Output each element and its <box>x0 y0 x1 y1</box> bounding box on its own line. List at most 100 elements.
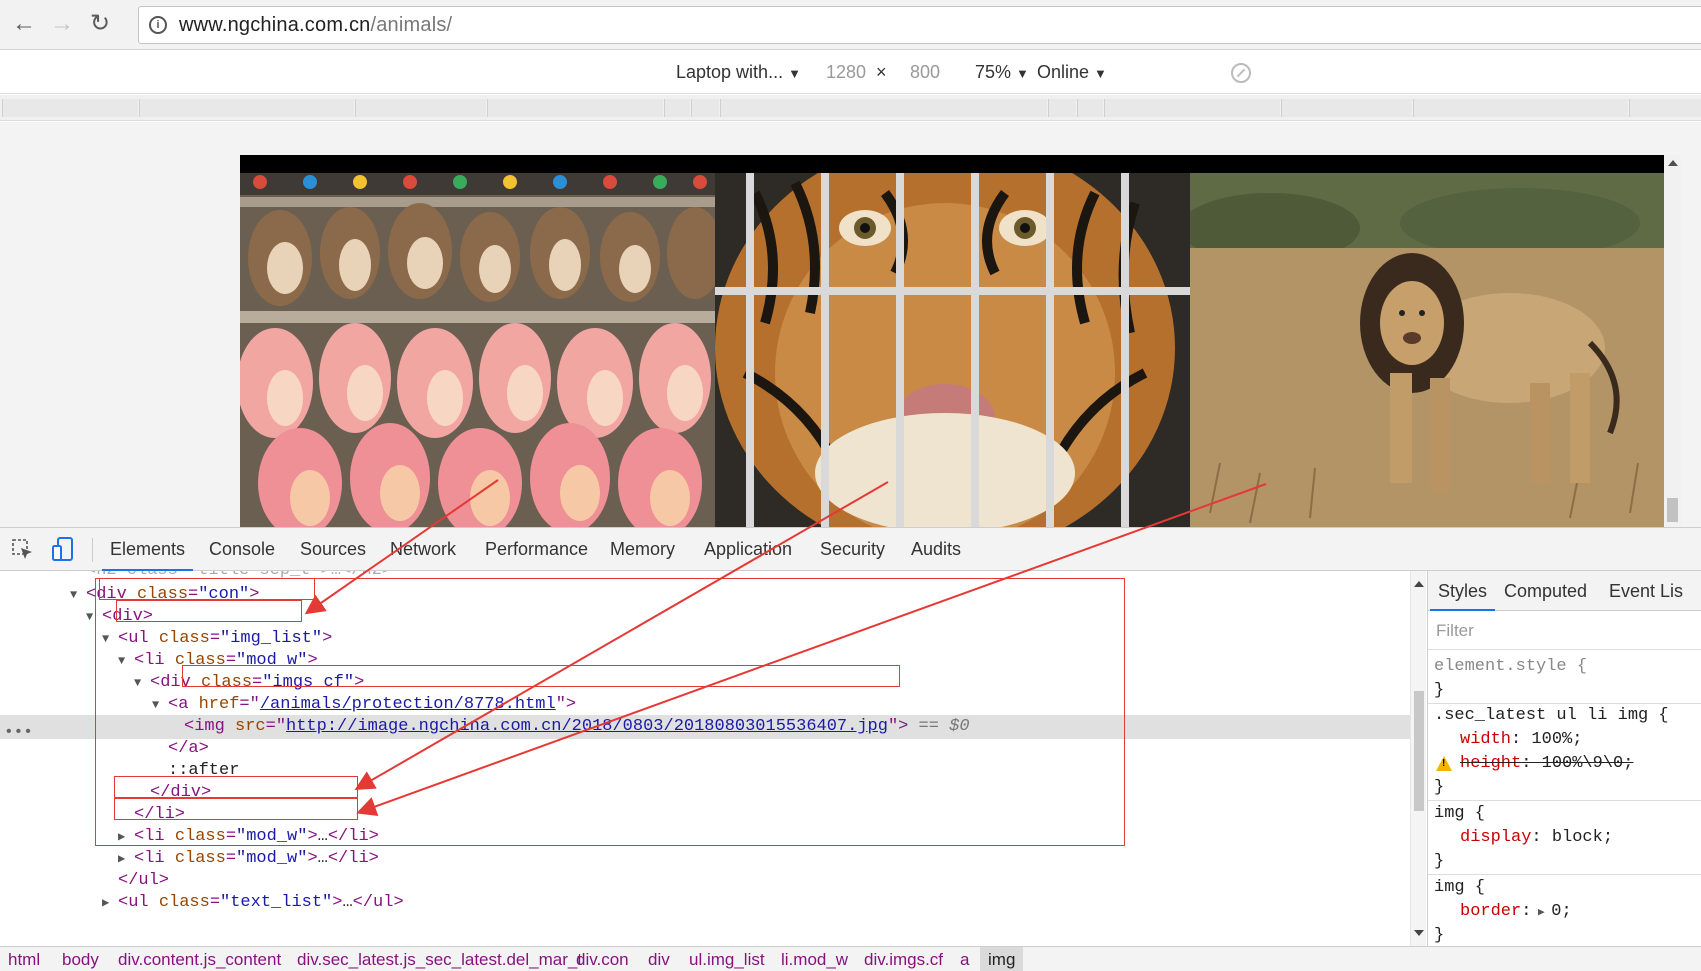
expand-triangle-icon[interactable]: ▼ <box>70 583 86 607</box>
tab-application[interactable]: Application <box>704 528 792 571</box>
breadcrumb-img[interactable]: img <box>980 947 1024 971</box>
scroll-thumb[interactable] <box>1414 691 1424 811</box>
breadcrumb-div[interactable]: div <box>648 947 670 971</box>
rule-selector[interactable]: .sec_latest ul li img { <box>1428 704 1701 728</box>
url-host: www.ngchina.com.cn <box>179 14 371 36</box>
warning-icon <box>1436 756 1452 771</box>
page-frame <box>240 155 1664 528</box>
ruler-segment[interactable] <box>1629 99 1701 117</box>
dom-node-li-mod-w-3[interactable]: ▶ <li class="mod_w">…</li> <box>0 847 1410 871</box>
times-sign: × <box>876 62 887 82</box>
tab-styles[interactable]: Styles <box>1429 571 1496 611</box>
expand-triangle-icon[interactable]: ▶ <box>1531 907 1551 919</box>
rule-selector[interactable]: img { <box>1428 876 1701 900</box>
declaration-border[interactable]: border: ▶ 0; <box>1428 900 1701 924</box>
rule-selector[interactable]: element.style { <box>1428 655 1701 679</box>
reload-icon[interactable]: ↻ <box>86 10 114 38</box>
declaration-width[interactable]: width: 100%; <box>1428 728 1701 752</box>
ruler-segment[interactable] <box>487 99 663 117</box>
ruler-segment[interactable] <box>1281 99 1412 117</box>
ruler-segment[interactable] <box>2 99 138 117</box>
breadcrumb-div-content[interactable]: div.content.js_content <box>118 947 281 971</box>
more-options-icon[interactable]: ••• <box>4 720 33 744</box>
dom-breadcrumb: html body div.content.js_content div.sec… <box>0 946 1701 971</box>
photo-shells[interactable] <box>240 173 715 528</box>
rule-sec-latest-img: .sec_latest ul li img { width: 100%; hei… <box>1428 704 1701 801</box>
annotation-ul-box <box>99 578 315 600</box>
photo-tiger[interactable] <box>715 173 1190 528</box>
url-path: /animals/ <box>370 14 453 36</box>
chevron-down-icon: ▼ <box>1016 66 1029 81</box>
address-bar: ← → ↻ i www.ngchina.com.cn/animals/ <box>0 0 1701 50</box>
rotate-icon[interactable] <box>1231 63 1251 83</box>
breadcrumb-div-imgs[interactable]: div.imgs.cf <box>864 947 943 971</box>
elements-scrollbar[interactable] <box>1410 571 1426 946</box>
breadcrumb-li-mod-w[interactable]: li.mod_w <box>781 947 848 971</box>
chevron-down-icon: ▼ <box>1094 66 1107 81</box>
tab-memory[interactable]: Memory <box>610 528 675 571</box>
breadcrumb-div-sec-latest[interactable]: div.sec_latest.js_sec_latest.del_mar_t <box>297 947 582 971</box>
declaration-height[interactable]: height: 100%\9\0; <box>1428 752 1701 776</box>
zoom-select[interactable]: 75% ▼ <box>975 51 1029 95</box>
tab-computed[interactable]: Computed <box>1504 571 1587 611</box>
url-input[interactable]: i www.ngchina.com.cn/animals/ <box>138 6 1701 44</box>
info-icon[interactable]: i <box>149 16 167 34</box>
rule-close-brace: } <box>1434 681 1445 700</box>
rule-img-border: img { border: ▶ 0; } <box>1428 876 1701 946</box>
declaration-display[interactable]: display: block; <box>1428 826 1701 850</box>
ruler-segment[interactable] <box>1413 99 1628 117</box>
zoom-label: 75% <box>975 62 1012 82</box>
tab-elements[interactable]: Elements <box>101 528 194 571</box>
ruler-segment[interactable] <box>691 99 719 117</box>
dom-node-ul-close[interactable]: </ul> <box>0 869 1410 893</box>
network-select[interactable]: Online ▼ <box>1037 51 1107 95</box>
rule-img-display: img { display: block; } <box>1428 802 1701 875</box>
annotation-li2-box <box>114 776 358 798</box>
tab-event-listeners[interactable]: Event Lis <box>1609 571 1683 611</box>
tab-sources[interactable]: Sources <box>300 528 366 571</box>
ruler-segment[interactable] <box>139 99 354 117</box>
scroll-up-arrow-icon[interactable] <box>1668 160 1678 166</box>
dom-node-ul-text-list[interactable]: ▶ <ul class="text_list">…</ul> <box>0 891 1410 915</box>
scroll-thumb[interactable] <box>1667 498 1678 522</box>
annotation-li3-box <box>114 798 358 820</box>
expand-triangle-icon[interactable]: ▶ <box>102 891 118 915</box>
rule-selector[interactable]: img { <box>1428 802 1701 826</box>
media-query-ruler <box>0 95 1701 121</box>
viewport-scrollbar[interactable] <box>1664 155 1681 528</box>
tab-security[interactable]: Security <box>820 528 885 571</box>
network-label: Online <box>1037 62 1090 82</box>
width-input[interactable]: 1280 <box>826 51 866 94</box>
device-label: Laptop with... <box>676 62 784 82</box>
device-toolbar: Laptop with... ▼ 1280 × 800 75% ▼ Online ▼ <box>0 51 1701 94</box>
url-text: www.ngchina.com.cn/animals/ <box>179 13 452 37</box>
tab-network[interactable]: Network <box>390 528 456 571</box>
ruler-segment[interactable] <box>1104 99 1280 117</box>
forward-arrow-icon[interactable]: → <box>48 10 76 38</box>
height-input[interactable]: 800 <box>910 51 940 94</box>
breadcrumb-body[interactable]: body <box>62 947 99 971</box>
breadcrumb-div-con[interactable]: div.con <box>576 947 629 971</box>
device-toolbar-icon[interactable] <box>52 537 74 563</box>
ruler-segment[interactable] <box>720 99 1047 117</box>
ruler-segment[interactable] <box>1077 99 1103 117</box>
back-arrow-icon[interactable]: ← <box>10 10 38 38</box>
styles-filter-input[interactable]: Filter <box>1428 612 1701 650</box>
photo-lion[interactable] <box>1190 173 1664 528</box>
tab-console[interactable]: Console <box>209 528 275 571</box>
expand-triangle-icon[interactable]: ▶ <box>118 847 134 871</box>
ruler-segment[interactable] <box>1048 99 1076 117</box>
annotation-li-box <box>116 600 302 622</box>
ruler-segment[interactable] <box>664 99 690 117</box>
breadcrumb-ul-img-list[interactable]: ul.img_list <box>689 947 765 971</box>
scroll-down-arrow-icon[interactable] <box>1414 930 1424 936</box>
tab-audits[interactable]: Audits <box>911 528 961 571</box>
device-select[interactable]: Laptop with... ▼ <box>676 51 801 95</box>
ruler-segment[interactable] <box>355 99 486 117</box>
breadcrumb-a[interactable]: a <box>960 947 969 971</box>
breadcrumb-html[interactable]: html <box>8 947 40 971</box>
scroll-up-arrow-icon[interactable] <box>1414 581 1424 587</box>
inspect-element-icon[interactable] <box>12 539 34 561</box>
tab-performance[interactable]: Performance <box>485 528 588 571</box>
rule-close-brace: } <box>1434 852 1445 871</box>
